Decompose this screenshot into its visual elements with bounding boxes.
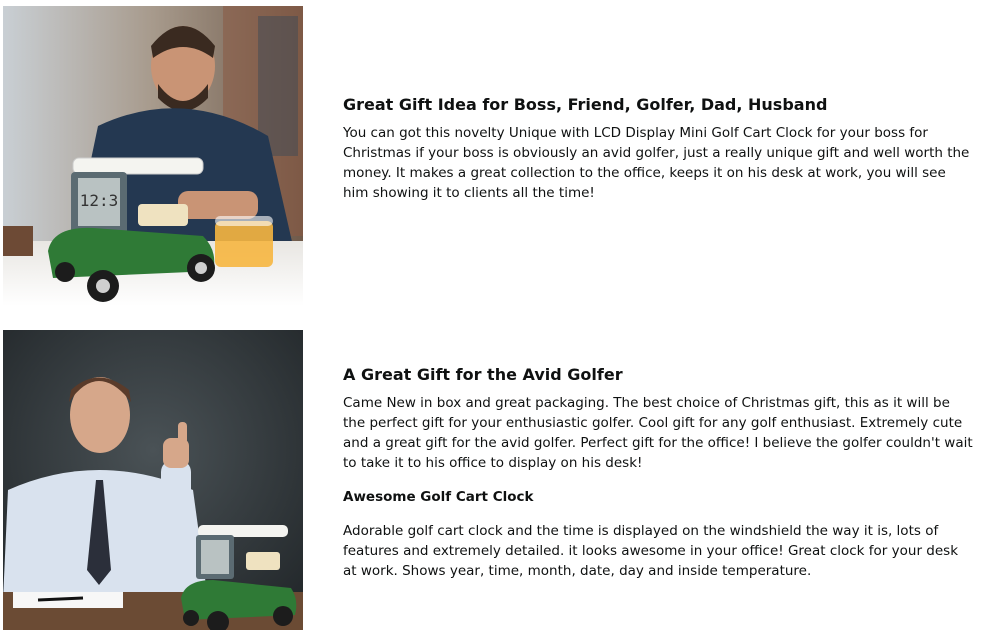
feature-subheading: Awesome Golf Cart Clock xyxy=(343,489,534,505)
svg-text:12:3: 12:3 xyxy=(80,191,119,210)
product-image-man-desk: 12:3 xyxy=(3,6,303,306)
feature-module-gift-idea: 12:3 Great Gift Idea for Boss, Friend, G… xyxy=(0,0,982,320)
product-image-businessman xyxy=(3,330,303,630)
feature-body: You can got this novelty Unique with LCD… xyxy=(343,125,970,201)
feature-text: Great Gift Idea for Boss, Friend, Golfer… xyxy=(343,95,973,203)
feature-body-secondary: Adorable golf cart clock and the time is… xyxy=(343,523,959,579)
feature-heading: Great Gift Idea for Boss, Friend, Golfer… xyxy=(343,95,828,114)
feature-module-avid-golfer: A Great Gift for the Avid Golfer Came Ne… xyxy=(0,326,982,642)
feature-body: Came New in box and great packaging. The… xyxy=(343,395,973,471)
feature-heading: A Great Gift for the Avid Golfer xyxy=(343,365,623,384)
feature-text: A Great Gift for the Avid Golfer Came Ne… xyxy=(343,365,973,581)
